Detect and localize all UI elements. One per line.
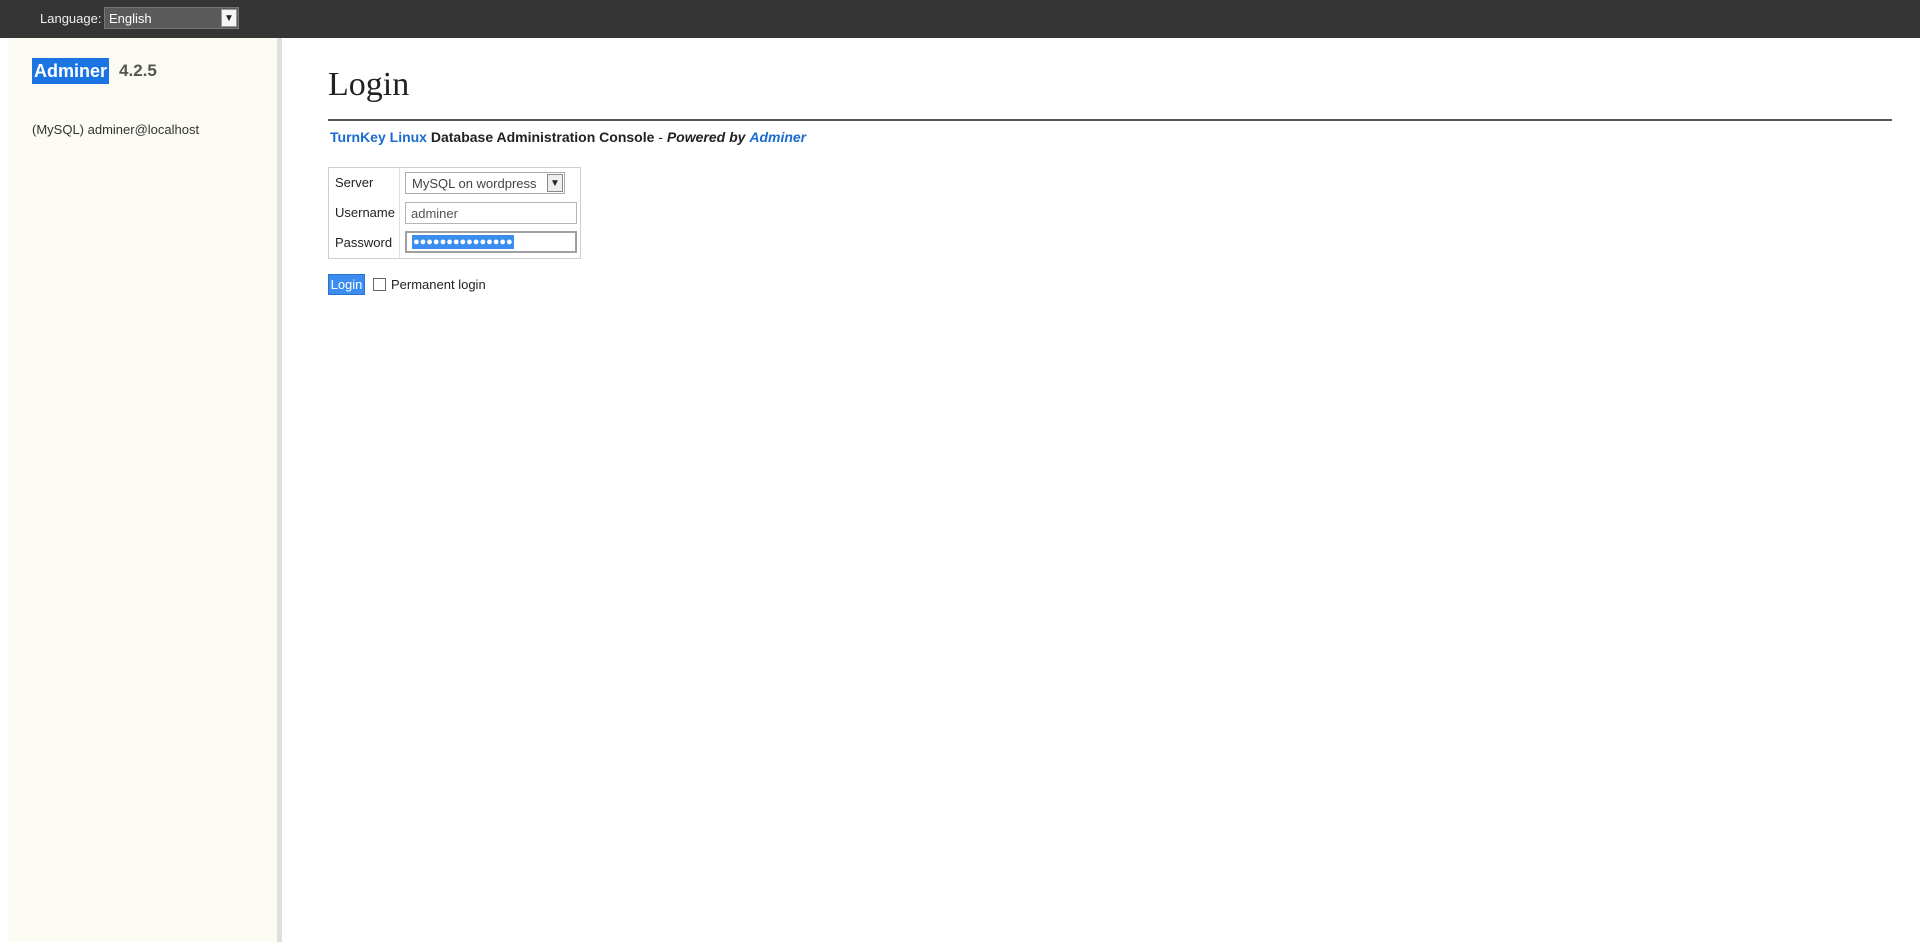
server-label: Server bbox=[335, 175, 374, 190]
language-label: Language: bbox=[40, 11, 102, 26]
connection-info: (MySQL) adminer@localhost bbox=[32, 122, 200, 137]
server-select[interactable]: MySQL on wordpress ▼ bbox=[405, 172, 565, 194]
main-content: Login TurnKey Linux Database Administrat… bbox=[328, 38, 1892, 942]
permanent-login-label: Permanent login bbox=[391, 277, 486, 292]
version-label: 4.2.5 bbox=[119, 61, 157, 80]
username-label: Username bbox=[335, 205, 395, 220]
powered-by-label: Powered by bbox=[666, 129, 746, 145]
console-name: Database Administration Console bbox=[430, 129, 655, 145]
login-button[interactable]: Login bbox=[328, 274, 365, 295]
page-title: Login bbox=[328, 66, 410, 103]
password-label: Password bbox=[335, 235, 393, 250]
turnkey-link[interactable]: TurnKey Linux bbox=[330, 129, 427, 145]
language-select[interactable]: English ▼ bbox=[104, 7, 239, 29]
username-input[interactable]: adminer bbox=[405, 202, 577, 224]
permanent-login-checkbox[interactable] bbox=[373, 278, 386, 291]
language-select-value: English bbox=[109, 10, 152, 26]
username-value: adminer bbox=[411, 205, 458, 221]
password-masked-value: ●●●●●●●●●●●●●●● bbox=[412, 235, 514, 249]
login-form: Server MySQL on wordpress ▼ Username adm… bbox=[328, 167, 581, 259]
console-subline: TurnKey Linux Database Administration Co… bbox=[330, 129, 806, 145]
brand: Adminer 4.2.5 bbox=[32, 58, 157, 84]
permanent-login[interactable]: Permanent login bbox=[373, 277, 486, 292]
chevron-down-icon[interactable]: ▼ bbox=[547, 174, 563, 192]
separator: - bbox=[654, 129, 667, 145]
top-bar: Language: English ▼ bbox=[0, 0, 1920, 38]
adminer-link[interactable]: Adminer bbox=[749, 129, 806, 145]
adminer-logo-link[interactable]: Adminer bbox=[32, 58, 110, 84]
password-input[interactable]: ●●●●●●●●●●●●●●● bbox=[405, 231, 577, 253]
sidebar: Adminer 4.2.5 (MySQL) adminer@localhost bbox=[0, 38, 282, 942]
chevron-down-icon[interactable]: ▼ bbox=[221, 9, 237, 27]
title-divider bbox=[328, 119, 1892, 121]
server-select-value: MySQL on wordpress bbox=[412, 175, 537, 191]
